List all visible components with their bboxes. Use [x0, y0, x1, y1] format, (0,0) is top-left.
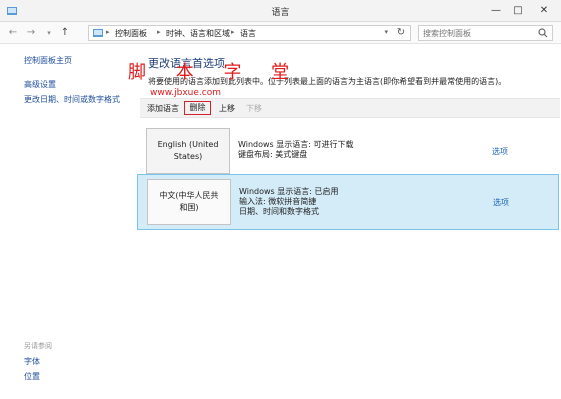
language-name-line2: States)	[173, 152, 203, 161]
display-language-status: Windows 显示语言: 已启用	[239, 187, 339, 196]
watermark-url: www.jbxue.com	[150, 88, 221, 98]
language-name-line2: 和国)	[179, 203, 199, 212]
breadcrumb-item[interactable]: 控制面板	[115, 28, 147, 39]
close-button[interactable]: ✕	[530, 3, 558, 19]
breadcrumb-separator-icon: ▸	[157, 28, 161, 36]
sidebar-link-advanced-settings[interactable]: 高级设置	[24, 79, 56, 90]
language-toolbar: 添加语言 删除 上移 下移	[140, 98, 560, 118]
search-icon[interactable]	[538, 28, 548, 38]
language-row-chinese[interactable]: 中文(中华人民共 和国) Windows 显示语言: 已启用 输入法: 微软拼音…	[137, 174, 559, 230]
language-name-line1: 中文(中华人民共	[159, 191, 219, 200]
delete-button-highlight[interactable]: 删除	[184, 101, 211, 115]
move-down-button[interactable]: 下移	[246, 103, 262, 114]
options-link[interactable]: 选项	[493, 197, 509, 208]
back-icon[interactable]: ←	[6, 26, 20, 40]
search-box[interactable]	[418, 25, 553, 41]
address-bar[interactable]: ▸ 控制面板 ▸ 时钟、语言和区域 ▸ 语言 ▾	[88, 25, 411, 41]
forward-icon[interactable]: →	[24, 26, 38, 40]
control-panel-icon	[93, 29, 103, 37]
refresh-icon[interactable]: ↻	[394, 26, 408, 40]
title-bar: 语言 — □ ✕	[0, 0, 561, 22]
up-icon[interactable]: ↑	[58, 26, 72, 40]
input-method: 输入法: 微软拼音简捷	[239, 197, 317, 206]
breadcrumb-separator-icon: ▸	[106, 28, 110, 36]
language-row-english[interactable]: English (United States) Windows 显示语言: 可进…	[137, 120, 559, 178]
language-info: Windows 显示语言: 可进行下载 键盘布局: 美式键盘	[238, 140, 354, 160]
breadcrumb-separator-icon: ▸	[231, 28, 235, 36]
sidebar-link-location[interactable]: 位置	[24, 371, 40, 382]
language-tile[interactable]: English (United States)	[146, 128, 230, 174]
address-dropdown-icon[interactable]: ▾	[384, 28, 388, 36]
language-tile[interactable]: 中文(中华人民共 和国)	[147, 179, 231, 225]
keyboard-layout: 键盘布局: 美式键盘	[238, 150, 308, 159]
breadcrumb-item[interactable]: 语言	[240, 28, 256, 39]
add-language-button[interactable]: 添加语言	[147, 103, 179, 114]
breadcrumb-item[interactable]: 时钟、语言和区域	[166, 28, 230, 39]
display-language-status: Windows 显示语言: 可进行下载	[238, 140, 354, 149]
navigation-bar: ← → ▾ ↑ ▸ 控制面板 ▸ 时钟、语言和区域 ▸ 语言 ▾ ↻	[0, 22, 561, 44]
watermark-text: 脚 本 字 堂	[128, 62, 302, 83]
sidebar: 控制面板主页 高级设置 更改日期、时间或数字格式 另请参阅 字体 位置	[0, 45, 135, 399]
sidebar-link-fonts[interactable]: 字体	[24, 356, 40, 367]
see-also-heading: 另请参阅	[24, 342, 52, 350]
recent-pages-icon[interactable]: ▾	[42, 26, 56, 40]
minimize-button[interactable]: —	[486, 3, 506, 19]
delete-button[interactable]: 删除	[185, 102, 210, 113]
sidebar-link-date-time-format[interactable]: 更改日期、时间或数字格式	[24, 94, 120, 105]
move-up-button[interactable]: 上移	[219, 103, 235, 114]
language-info: Windows 显示语言: 已启用 输入法: 微软拼音简捷 日期、时间和数字格式	[239, 187, 339, 217]
options-link[interactable]: 选项	[492, 146, 508, 157]
language-name-line1: English (United	[157, 140, 219, 149]
date-time-format-note: 日期、时间和数字格式	[239, 207, 319, 216]
search-input[interactable]	[423, 27, 533, 39]
sidebar-home-link[interactable]: 控制面板主页	[24, 55, 72, 66]
window-title: 语言	[271, 8, 290, 18]
maximize-button[interactable]: □	[508, 3, 528, 19]
